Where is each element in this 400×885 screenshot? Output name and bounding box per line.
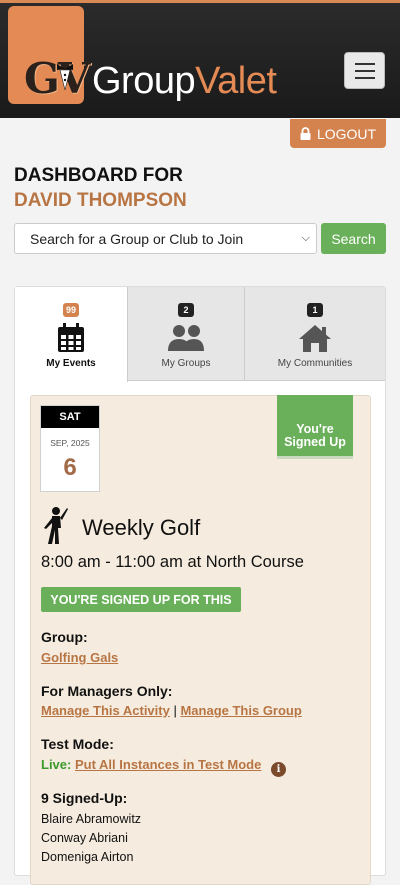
- groups-count-badge: 2: [178, 303, 194, 317]
- event-card: SAT SEP, 2025 6 You're Signed Up Weekly …: [30, 395, 371, 885]
- logout-label: LOGOUT: [316, 125, 377, 142]
- event-day: 6: [63, 454, 77, 481]
- signed-up-status-badge: YOU'RE SIGNED UP FOR THIS: [41, 587, 241, 612]
- home-icon: [299, 325, 331, 352]
- lock-icon: [300, 127, 311, 140]
- communities-count-badge: 1: [307, 303, 323, 317]
- signed-up-ribbon: You're Signed Up: [277, 395, 353, 456]
- calendar-icon: [58, 323, 84, 352]
- tab-label: My Communities: [277, 358, 353, 369]
- live-status: Live:: [41, 757, 72, 772]
- event-day-of-week: SAT: [41, 406, 99, 428]
- logo[interactable]: GV: [8, 6, 90, 104]
- events-count-badge: 99: [62, 303, 80, 317]
- tab-my-events[interactable]: 99 My Events: [15, 287, 128, 382]
- event-date: SAT SEP, 2025 6: [40, 405, 100, 492]
- dashboard-title: DASHBOARD FOR: [14, 165, 183, 186]
- ribbon-line2: Signed Up: [284, 435, 346, 449]
- chevron-down-icon: ⌵: [301, 232, 310, 244]
- tuxedo-icon: [57, 64, 73, 90]
- users-icon: [168, 325, 204, 351]
- ribbon-line1: You're: [296, 422, 334, 436]
- search-button[interactable]: Search: [321, 223, 386, 254]
- managers-label: For Managers Only:: [41, 683, 173, 699]
- golfer-icon: [44, 507, 68, 544]
- group-search-select[interactable]: Search for a Group or Club to Join ⌵: [14, 223, 317, 254]
- group-search-value: Search for a Group or Club to Join: [30, 230, 244, 247]
- test-mode-label: Test Mode:: [41, 736, 114, 752]
- info-icon[interactable]: i: [270, 762, 286, 777]
- event-time-location: 8:00 am - 11:00 am at North Course: [41, 553, 304, 571]
- link-separator: |: [173, 703, 177, 718]
- signed-up-person: Conway Abriani: [41, 831, 128, 845]
- test-mode-link[interactable]: Put All Instances in Test Mode: [75, 757, 261, 772]
- hamburger-icon: [355, 63, 375, 65]
- tab-my-communities[interactable]: 1 My Communities: [245, 287, 385, 381]
- manage-group-link[interactable]: Manage This Group: [180, 703, 301, 718]
- brand-name[interactable]: GroupValet: [92, 59, 277, 103]
- menu-toggle-button[interactable]: [344, 52, 385, 89]
- tab-my-groups[interactable]: 2 My Groups: [128, 287, 245, 381]
- brand-part2: Valet: [195, 60, 277, 102]
- brand-part1: Group: [92, 60, 196, 102]
- signed-up-person: Domeniga Airton: [41, 850, 134, 864]
- tab-label: My Events: [46, 358, 96, 369]
- event-title: Weekly Golf: [82, 515, 201, 540]
- dashboard-user-name: DAVID THOMPSON: [14, 190, 187, 211]
- dashboard-panel: 99 My Events 2 My Groups 1 My Communitie…: [14, 286, 386, 885]
- manage-activity-link[interactable]: Manage This Activity: [41, 703, 170, 718]
- app-header: GV GroupValet: [0, 0, 400, 118]
- event-month-year: SEP, 2025: [50, 438, 90, 448]
- tab-bar: 99 My Events 2 My Groups 1 My Communitie…: [15, 287, 385, 382]
- group-label: Group:: [41, 629, 88, 645]
- signed-up-count: 9 Signed-Up:: [41, 790, 128, 806]
- group-link[interactable]: Golfing Gals: [41, 650, 118, 665]
- logout-button[interactable]: LOGOUT: [290, 119, 386, 148]
- tab-label: My Groups: [161, 358, 211, 369]
- signed-up-person: Blaire Abramowitz: [41, 812, 142, 826]
